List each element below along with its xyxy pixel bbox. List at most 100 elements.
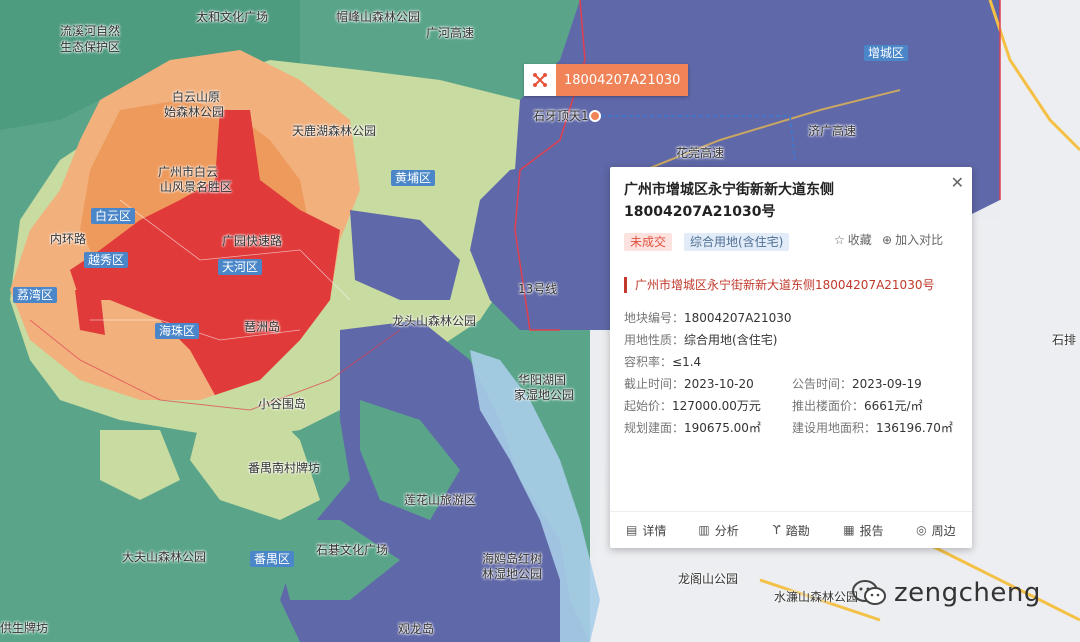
district-tianhe[interactable]: 天河区 <box>218 259 263 275</box>
map-label-maofeng: 帽峰山森林公园 <box>336 10 421 24</box>
district-haizhu[interactable]: 海珠区 <box>155 323 200 339</box>
map-label-shiji: 石碁文化广场 <box>316 543 389 557</box>
plot-marker[interactable]: 18004207A21030 <box>524 64 689 96</box>
map-label-xiaoguwei: 小谷围岛 <box>258 397 307 411</box>
wechat-logo-icon <box>852 579 886 607</box>
map-label-shiya: 石牙顶天1 <box>533 109 589 123</box>
plot-location-dot[interactable] <box>589 110 601 122</box>
report-icon: ▦ <box>843 523 855 537</box>
field-planned-area: 规划建面：190675.00㎡ <box>624 419 761 436</box>
map-label-jiguang: 济广高速 <box>808 124 857 138</box>
compare-label: 加入对比 <box>895 233 944 247</box>
field-start-price: 起始价：127000.00万元 <box>624 397 761 414</box>
map-label-longtou: 龙头山森林公园 <box>392 314 477 328</box>
star-icon: ☆ <box>834 232 845 247</box>
watermark-text: zengcheng <box>894 578 1041 608</box>
map-label-guanlong: 观龙岛 <box>398 622 435 636</box>
footer-label: 周边 <box>931 523 956 538</box>
panel-footer: ▤ 详情 ▥ 分析 ϒ 踏勘 ▦ 报告 ◎ 周边 <box>610 511 972 548</box>
field-land-area: 建设用地面积：136196.70㎡ <box>792 419 953 436</box>
map-label-huayang2: 家湿地公园 <box>514 388 575 402</box>
analysis-button[interactable]: ▥ 分析 <box>682 522 754 539</box>
map-label-huayang: 华阳湖国 <box>518 373 567 387</box>
cross-marker-icon <box>524 64 556 96</box>
field-label: 建设用地面积： <box>792 421 877 435</box>
map-label-liuxi2: 生态保护区 <box>60 40 121 54</box>
field-announce: 公告时间：2023-09-19 <box>792 375 922 392</box>
report-button[interactable]: ▦ 报告 <box>827 522 899 539</box>
field-usage: 用地性质：综合用地(含住宅) <box>624 331 777 348</box>
bar-chart-icon: ▥ <box>698 523 710 537</box>
map-label-huaguan: 花莞高速 <box>676 146 725 160</box>
map-label-shipai: 石排 <box>1052 333 1077 347</box>
map-label-liuxi: 流溪河自然 <box>60 24 121 38</box>
map-label-baiyun-yuan2: 始森林公园 <box>164 105 225 119</box>
map-label-haiou: 海鸥岛红树 <box>482 552 543 566</box>
field-value: 18004207A21030 <box>684 311 792 325</box>
field-label: 推出楼面价： <box>792 399 865 413</box>
map-label-gongsheng: 供生牌坊 <box>0 621 49 635</box>
map-label-longge: 龙阁山公园 <box>678 572 739 586</box>
field-label: 地块编号： <box>624 311 685 325</box>
marker-code: 18004207A21030 <box>556 64 689 96</box>
detail-button[interactable]: ▤ 详情 <box>610 522 682 539</box>
land-type-badge: 综合用地(含住宅) <box>684 233 790 251</box>
map-label-gz-baiyun: 广州市白云 <box>158 165 219 179</box>
map-label-tianlu: 天鹿湖森林公园 <box>292 124 377 138</box>
map-label-baiyun-yuan: 白云山原 <box>172 90 221 104</box>
district-zengcheng[interactable]: 增城区 <box>864 45 909 61</box>
watermark: zengcheng <box>852 578 1041 608</box>
field-label: 截止时间： <box>624 377 685 391</box>
field-label: 容积率： <box>624 355 673 369</box>
map-label-lianhua: 莲花山旅游区 <box>404 493 477 507</box>
map-label-neihuan: 内环路 <box>50 232 87 246</box>
district-huangpu[interactable]: 黄埔区 <box>391 170 436 186</box>
map-label-line3: 13号线 <box>518 282 558 296</box>
field-label: 公告时间： <box>792 377 853 391</box>
map-label-haiou2: 林湿地公园 <box>482 567 543 581</box>
favorite-label: 收藏 <box>847 233 872 247</box>
footer-label: 踏勘 <box>785 523 810 538</box>
map-label-guanghe: 广河高速 <box>426 26 475 40</box>
footer-label: 分析 <box>714 523 739 538</box>
field-value: 2023-09-19 <box>852 377 922 391</box>
field-value: ≤1.4 <box>672 355 702 369</box>
field-value: 综合用地(含住宅) <box>684 333 778 347</box>
status-badge: 未成交 <box>624 233 673 251</box>
survey-button[interactable]: ϒ 踏勘 <box>755 522 827 539</box>
map-label-pazhou: 琶洲岛 <box>244 320 281 334</box>
panel-sub-title: 广州市增城区永宁街新新大道东侧18004207A21030号 <box>624 277 971 293</box>
field-value: 127000.00万元 <box>672 399 761 413</box>
field-value: 136196.70㎡ <box>876 421 953 435</box>
surroundings-button[interactable]: ◎ 周边 <box>900 522 972 539</box>
field-floor-price: 推出楼面价：6661元/㎡ <box>792 397 923 414</box>
close-icon[interactable]: ✕ <box>951 173 964 192</box>
district-panyu[interactable]: 番禺区 <box>250 551 295 567</box>
map-label-dafu: 大夫山森林公园 <box>122 550 207 564</box>
map-label-shuilian: 水濂山森林公园 <box>774 590 859 604</box>
document-icon: ▤ <box>626 523 638 537</box>
footer-label: 报告 <box>859 523 884 538</box>
field-label: 起始价： <box>624 399 673 413</box>
field-deadline: 截止时间：2023-10-20 <box>624 375 754 392</box>
field-value: 2023-10-20 <box>684 377 754 391</box>
footer-label: 详情 <box>642 523 667 538</box>
map-label-taihe: 太和文化广场 <box>196 10 269 24</box>
plus-circle-icon: ⊕ <box>882 232 893 247</box>
field-plot-no: 地块编号：18004207A21030 <box>624 309 791 326</box>
district-baiyun[interactable]: 白云区 <box>91 208 136 224</box>
favorite-button[interactable]: ☆ 收藏 <box>834 231 872 248</box>
map-label-gz-baiyun2: 山风景名胜区 <box>160 180 233 194</box>
field-value: 6661元/㎡ <box>864 399 923 413</box>
field-far: 容积率：≤1.4 <box>624 353 701 370</box>
target-icon: ◎ <box>916 523 927 537</box>
district-yuexiu[interactable]: 越秀区 <box>84 252 129 268</box>
add-compare-button[interactable]: ⊕ 加入对比 <box>882 231 943 248</box>
district-liwan[interactable]: 荔湾区 <box>13 287 58 303</box>
plot-info-panel: ✕ 广州市增城区永宁街新新大道东侧18004207A21030号 未成交 综合用… <box>610 167 972 548</box>
footprint-icon: ϒ <box>772 523 781 537</box>
field-label: 规划建面： <box>624 421 685 435</box>
field-value: 190675.00㎡ <box>684 421 761 435</box>
map-label-guangyuan: 广园快速路 <box>222 234 283 248</box>
panel-title: 广州市增城区永宁街新新大道东侧18004207A21030号 <box>624 182 834 220</box>
